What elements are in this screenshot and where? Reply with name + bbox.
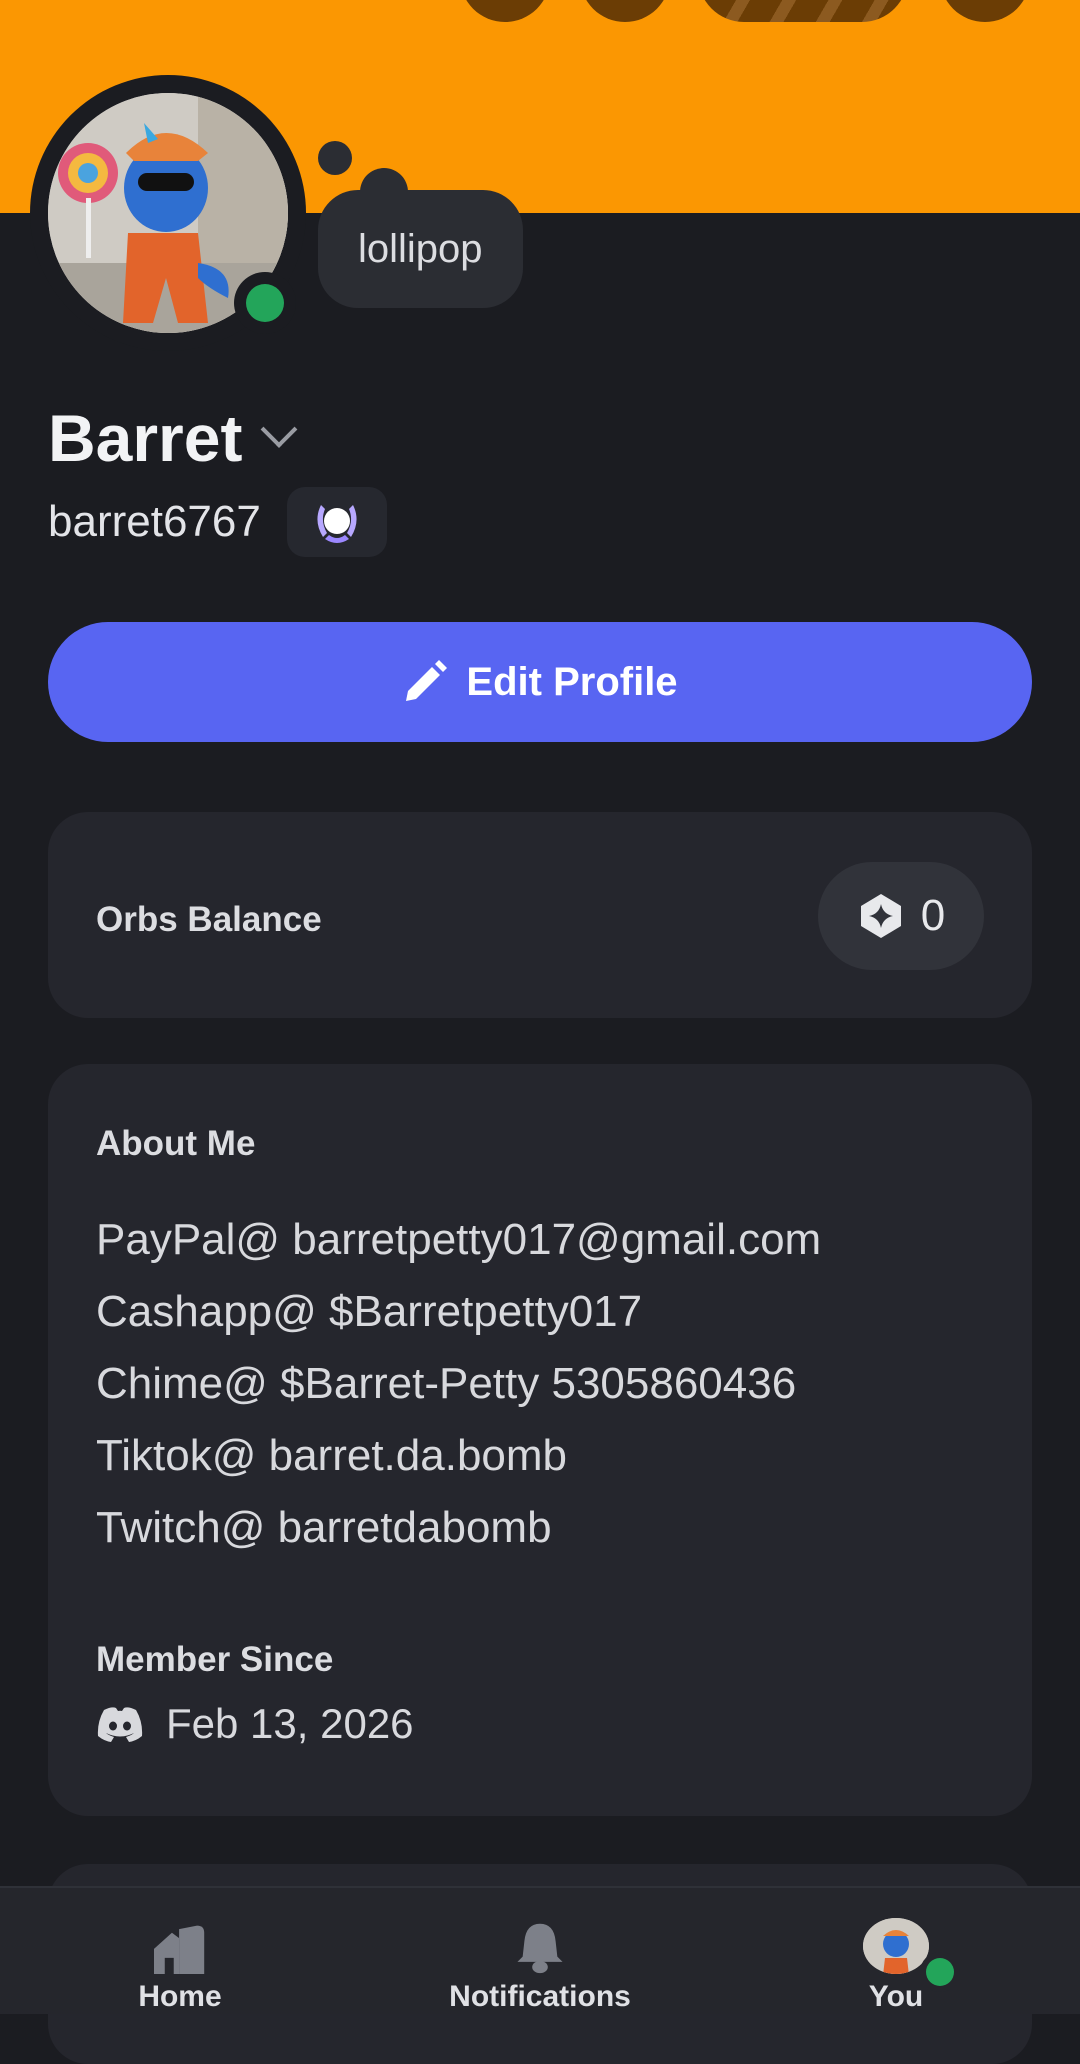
banner-decoration [460,0,550,22]
nav-avatar-image [863,1918,929,1974]
online-status-indicator [234,272,296,334]
home-icon [154,1925,205,1974]
about-line: Cashapp@ $Barretpetty017 [96,1287,643,1336]
about-line: Chime@ $Barret-Petty 5305860436 [96,1359,797,1408]
edit-profile-button[interactable]: Edit Profile [48,622,1032,742]
orbs-balance-card[interactable]: Orbs Balance 0 [48,812,1032,1018]
about-me-text: PayPal@ barretpetty017@gmail.com Cashapp… [96,1204,821,1564]
about-line: PayPal@ barretpetty017@gmail.com [96,1215,822,1264]
orb-icon [860,894,901,938]
banner-decoration [580,0,670,22]
about-me-title: About Me [96,1124,256,1163]
about-line: Tiktok@ barret.da.bomb [96,1431,568,1480]
nav-home[interactable]: Home [80,1888,280,2014]
banner-decoration [698,0,908,22]
nitro-laurel-icon [317,505,357,543]
avatar-container[interactable] [30,75,306,351]
nav-you-label: You [868,1980,924,2013]
member-since-row: Feb 13, 2026 [96,1700,414,1748]
edit-profile-label: Edit Profile [466,659,678,704]
nitro-badge[interactable] [286,487,387,557]
username-row: barret6767 [48,487,387,557]
member-since-title: Member Since [96,1640,334,1679]
orbs-balance-label: Orbs Balance [96,900,322,939]
bottom-navigation: Home Notifications You [0,1886,1080,2014]
nav-home-label: Home [138,1980,222,2013]
custom-status-text: lollipop [358,226,483,271]
about-me-card: About Me PayPal@ barretpetty017@gmail.co… [48,1064,1032,1816]
display-name-row[interactable]: Barret [48,400,298,476]
nav-notifications[interactable]: Notifications [440,1888,640,2014]
member-since-date: Feb 13, 2026 [166,1700,414,1747]
status-bubble-tail [318,141,352,175]
banner-decoration [940,0,1030,22]
bell-icon [517,1923,563,1974]
custom-status-bubble[interactable]: lollipop [318,190,523,308]
orbs-balance-value: 0 [920,891,946,940]
orbs-balance-pill[interactable]: 0 [818,862,984,970]
nav-online-status-indicator [920,1952,960,1992]
username: barret6767 [48,497,261,546]
about-line: Twitch@ barretdabomb [96,1503,552,1552]
discord-logo-icon [97,1707,143,1742]
nav-notifications-label: Notifications [449,1980,631,2013]
chevron-down-icon[interactable] [261,411,298,448]
nav-you[interactable]: You [796,1888,996,2014]
pencil-icon [406,660,448,701]
display-name: Barret [48,401,243,475]
nav-avatar [863,1918,929,1974]
